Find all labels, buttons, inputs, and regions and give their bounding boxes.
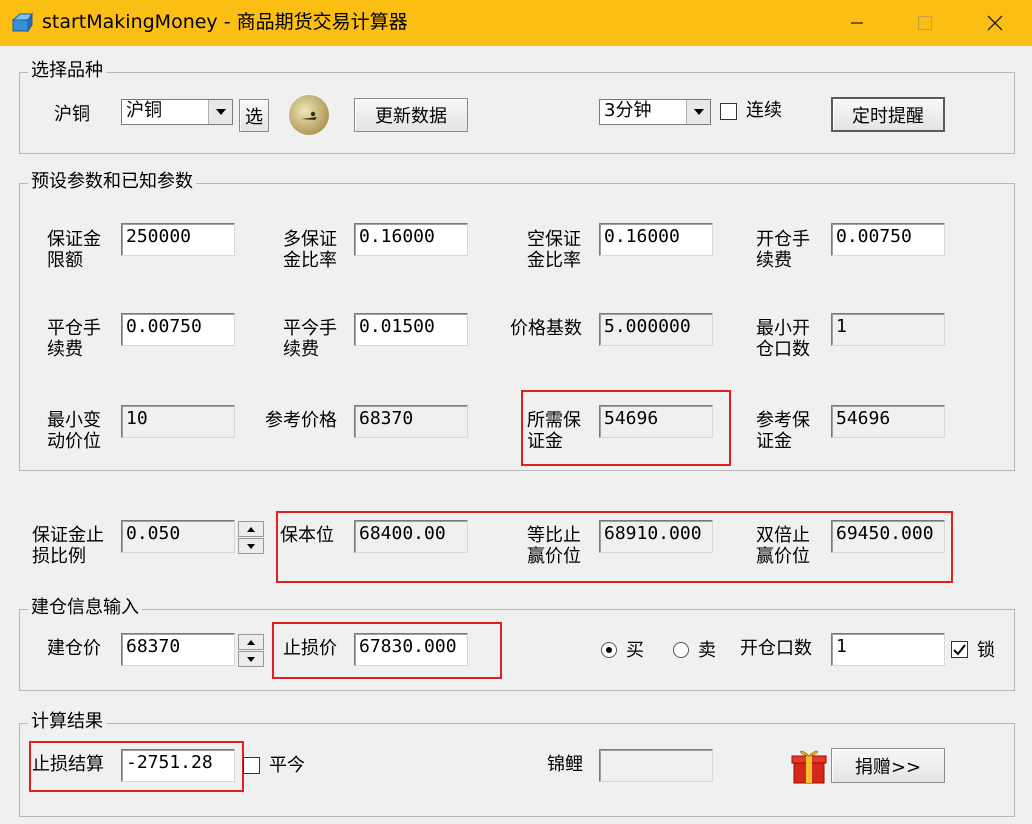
interval-select[interactable]: 3分钟 <box>599 99 711 125</box>
entry-price-field[interactable]: 68370 <box>121 633 235 666</box>
sell-label: 卖 <box>698 640 716 661</box>
continuous-checkbox[interactable] <box>720 103 737 120</box>
group-title-result: 计算结果 <box>28 712 106 732</box>
product-select-value: 沪铜 <box>126 100 162 121</box>
group-title-params: 预设参数和已知参数 <box>28 172 196 192</box>
lock-label: 锁 <box>977 640 995 661</box>
maximize-button[interactable] <box>890 0 960 46</box>
ref-margin-field: 54696 <box>831 405 945 438</box>
ref-price-field: 68370 <box>354 405 468 438</box>
highlight-box-targets <box>276 511 953 583</box>
lock-checkbox[interactable] <box>951 641 968 658</box>
long-margin-label: 多保证 金比率 <box>283 229 337 271</box>
lots-field[interactable]: 1 <box>831 633 945 666</box>
min-tick-field: 10 <box>121 405 235 438</box>
spin-down-icon[interactable] <box>238 538 264 554</box>
min-lots-label: 最小开 仓口数 <box>756 318 810 360</box>
group-title-position: 建仓信息输入 <box>28 598 142 618</box>
dropdown-arrow-icon[interactable] <box>208 100 232 124</box>
update-data-button[interactable]: 更新数据 <box>354 98 468 132</box>
spin-down-icon[interactable] <box>238 651 264 667</box>
open-fee-label: 开仓手 续费 <box>756 229 810 271</box>
timer-remind-button[interactable]: 定时提醒 <box>831 97 945 132</box>
buy-label: 买 <box>626 640 644 661</box>
close-button[interactable] <box>960 0 1030 46</box>
product-select[interactable]: 沪铜 <box>121 99 233 125</box>
window-title: startMakingMoney - 商品期货交易计算器 <box>42 11 408 33</box>
dropdown-arrow-icon[interactable] <box>686 100 710 124</box>
stop-ratio-field[interactable]: 0.050 <box>121 520 235 553</box>
ref-price-label: 参考价格 <box>265 410 337 431</box>
buy-radio[interactable] <box>601 642 617 658</box>
minimize-button[interactable] <box>822 0 892 46</box>
moon-icon <box>289 95 329 135</box>
entry-price-label: 建仓价 <box>47 638 101 659</box>
interval-select-value: 3分钟 <box>604 100 652 121</box>
entry-price-spinner[interactable] <box>238 634 264 667</box>
close-today-fee-field[interactable]: 0.01500 <box>354 313 468 346</box>
open-fee-field[interactable]: 0.00750 <box>831 223 945 256</box>
group-title-select: 选择品种 <box>28 61 106 81</box>
close-icon <box>987 15 1003 31</box>
highlight-box-stop-settle <box>29 741 244 792</box>
minimize-icon <box>851 22 863 24</box>
close-today-fee-label: 平今手 续费 <box>283 318 337 360</box>
maximize-icon <box>917 15 933 31</box>
highlight-box-required-margin <box>521 390 731 466</box>
close-fee-label: 平仓手 续费 <box>47 318 101 360</box>
gift-icon <box>791 750 827 784</box>
radio-selected-dot <box>606 647 612 653</box>
close-today-label: 平今 <box>269 755 305 776</box>
spin-up-icon[interactable] <box>238 634 264 650</box>
checkmark-icon <box>953 644 966 656</box>
donate-button[interactable]: 捐赠>> <box>831 748 945 783</box>
continuous-label: 连续 <box>746 100 782 121</box>
short-margin-field[interactable]: 0.16000 <box>599 223 713 256</box>
select-button[interactable]: 选 <box>239 99 269 132</box>
close-fee-field[interactable]: 0.00750 <box>121 313 235 346</box>
min-lots-field: 1 <box>831 313 945 346</box>
lots-label: 开仓口数 <box>740 638 812 659</box>
stop-ratio-spinner[interactable] <box>238 521 264 554</box>
stop-ratio-label: 保证金止 损比例 <box>32 525 104 567</box>
sell-radio[interactable] <box>673 642 689 658</box>
ref-margin-label: 参考保 证金 <box>756 410 810 452</box>
price-base-label: 价格基数 <box>510 318 582 339</box>
price-base-field: 5.000000 <box>599 313 713 346</box>
short-margin-label: 空保证 金比率 <box>527 229 581 271</box>
product-label: 沪铜 <box>54 104 90 125</box>
koi-field <box>599 749 713 782</box>
close-today-checkbox[interactable] <box>243 757 260 774</box>
title-bar[interactable]: startMakingMoney - 商品期货交易计算器 <box>0 0 1032 46</box>
spin-up-icon[interactable] <box>238 521 264 537</box>
highlight-box-stop-price <box>272 622 502 679</box>
app-icon <box>11 12 33 33</box>
margin-limit-label: 保证金 限额 <box>47 229 101 271</box>
min-tick-label: 最小变 动价位 <box>47 410 101 452</box>
koi-label: 锦鲤 <box>547 754 583 775</box>
long-margin-field[interactable]: 0.16000 <box>354 223 468 256</box>
margin-limit-field[interactable]: 250000 <box>121 223 235 256</box>
